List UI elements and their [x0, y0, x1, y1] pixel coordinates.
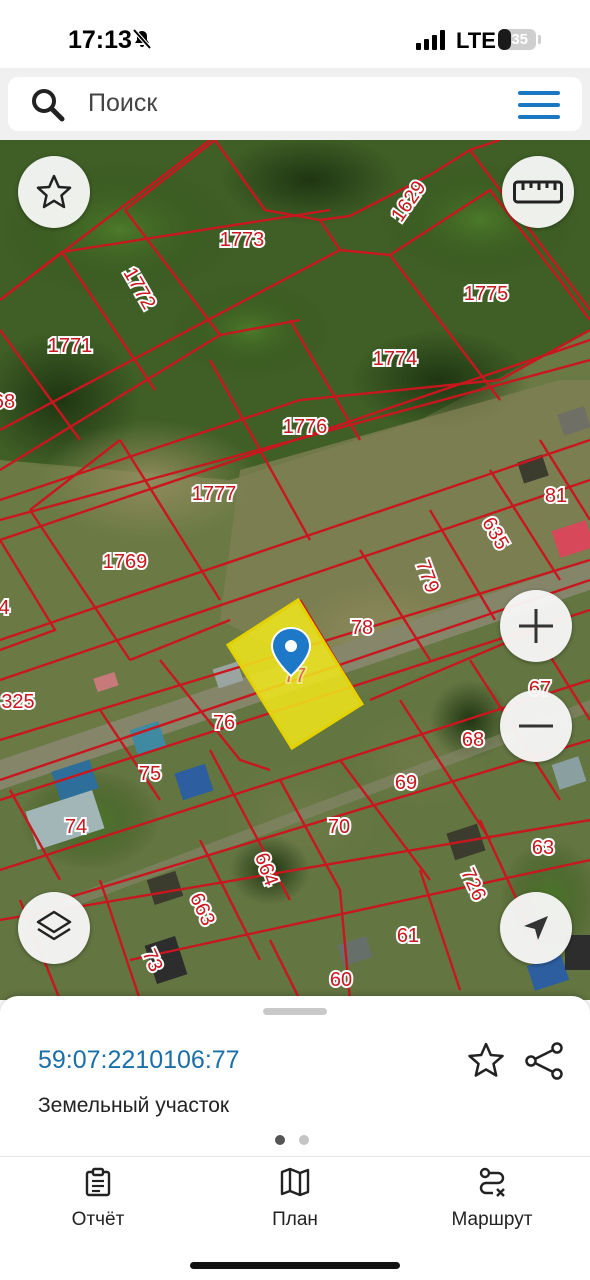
parcel-label: 1776: [283, 416, 328, 438]
favorite-map-button[interactable]: [18, 156, 90, 228]
favorite-star-icon[interactable]: [466, 1042, 506, 1085]
zoom-out-button[interactable]: [500, 690, 572, 762]
tab-report[interactable]: Отчёт: [18, 1167, 178, 1231]
parcel-label: 68: [0, 391, 15, 413]
parcel-label: 70: [328, 816, 350, 838]
map-view[interactable]: 1773162917721775177117746817761777811769…: [0, 140, 590, 1000]
search-area: Поиск: [0, 68, 590, 140]
parcel-label: 69: [395, 772, 417, 794]
parcel-label: 1774: [373, 348, 418, 370]
parcel-label: 76: [213, 712, 235, 734]
parcel-label: 1775: [464, 283, 509, 305]
signal-icon: [416, 30, 448, 55]
page-dot: [299, 1135, 309, 1145]
object-type: Земельный участок: [38, 1094, 230, 1117]
page-indicator: [275, 1132, 323, 1150]
parcel-label: 81: [545, 485, 567, 507]
parcel-label: 1769: [103, 551, 148, 573]
tab-route-label: Маршрут: [451, 1209, 533, 1230]
ruler-button[interactable]: [502, 156, 574, 228]
parcel-label: 61: [397, 925, 419, 947]
battery-percent: 35: [511, 31, 528, 48]
parcel-label: 63: [532, 837, 554, 859]
my-location-button[interactable]: [500, 892, 572, 964]
route-icon: [479, 1167, 505, 1197]
parcel-label: 60: [330, 969, 352, 991]
battery-icon: 35: [498, 29, 536, 50]
search-icon[interactable]: [30, 87, 66, 128]
tab-plan-label: План: [272, 1209, 318, 1230]
tab-route[interactable]: Маршрут: [412, 1167, 572, 1231]
menu-icon[interactable]: [518, 91, 560, 124]
map-plan-icon: [280, 1167, 310, 1197]
share-icon[interactable]: [524, 1042, 564, 1085]
parcel-label: 325: [1, 691, 34, 713]
parcel-label: 74: [65, 816, 87, 838]
bell-off-icon: [131, 28, 153, 55]
layers-button[interactable]: [18, 892, 90, 964]
home-indicator: [190, 1262, 400, 1269]
sheet-drag-handle[interactable]: [263, 1008, 327, 1015]
tab-report-label: Отчёт: [71, 1209, 125, 1230]
layers-icon: [36, 910, 72, 941]
plus-icon: [519, 609, 553, 643]
report-icon: [85, 1167, 111, 1197]
search-placeholder: Поиск: [88, 89, 158, 117]
parcel-label: 1777: [192, 483, 237, 505]
parcel-label: 68: [462, 729, 484, 751]
search-input[interactable]: Поиск: [8, 77, 582, 131]
cadastral-number[interactable]: 59:07:2210106:77: [38, 1046, 240, 1075]
parcel-label: 78: [351, 617, 373, 639]
tab-plan[interactable]: План: [215, 1167, 375, 1231]
minus-icon: [519, 724, 553, 728]
object-info-sheet[interactable]: 59:07:2210106:77 Земельный участок: [0, 996, 590, 1156]
ruler-icon: [513, 180, 563, 204]
network-type: LTE: [456, 28, 496, 53]
status-bar: 17:13 LTE 35: [0, 0, 590, 78]
star-outline-icon: [36, 174, 72, 209]
parcel-label: 4: [0, 597, 10, 619]
page-dot-active: [275, 1135, 285, 1145]
zoom-in-button[interactable]: [500, 590, 572, 662]
navigation-arrow-icon: [524, 916, 548, 940]
parcel-label: 1771: [48, 335, 93, 357]
status-time: 17:13: [68, 26, 132, 54]
parcel-label: 1773: [220, 229, 265, 251]
satellite-map[interactable]: 1773162917721775177117746817761777811769…: [0, 140, 590, 1000]
parcel-label: 75: [139, 763, 161, 785]
